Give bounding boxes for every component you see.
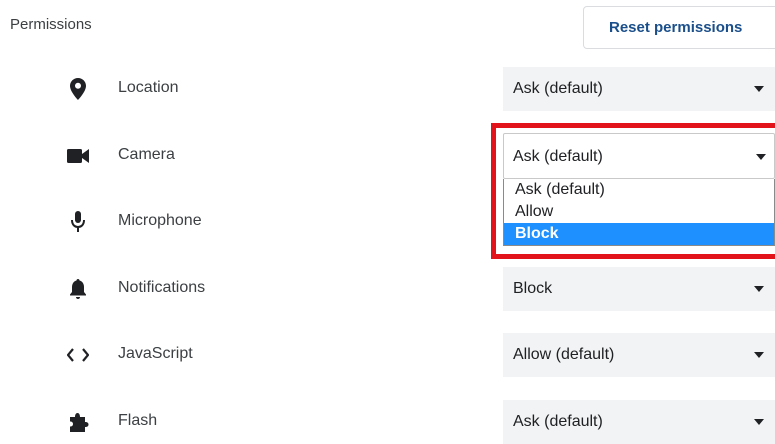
microphone-icon [66,210,90,234]
permission-label-microphone: Microphone [118,212,202,229]
permission-label-camera: Camera [118,146,175,163]
flash-select-value: Ask (default) [513,413,603,430]
reset-permissions-label: Reset permissions [609,19,743,36]
permission-row-location: Location Ask (default) [0,67,775,111]
javascript-select-value: Allow (default) [513,346,615,363]
camera-icon [66,144,90,168]
chevron-down-icon [754,419,764,425]
chevron-down-icon [756,154,766,160]
permission-row-notifications: Notifications Block [0,267,775,311]
permissions-section-title: Permissions [10,16,92,33]
chevron-down-icon [754,86,764,92]
camera-select[interactable]: Ask (default) [503,133,775,179]
permission-label-javascript: JavaScript [118,345,193,362]
dropdown-option-allow[interactable]: Allow [504,201,774,223]
location-select[interactable]: Ask (default) [503,67,775,111]
notifications-select-value: Block [513,280,553,297]
location-select-value: Ask (default) [513,80,603,97]
flash-select[interactable]: Ask (default) [503,400,775,444]
dropdown-option-block[interactable]: Block [504,223,774,245]
bell-icon [66,277,90,301]
permission-label-flash: Flash [118,412,158,429]
reset-permissions-button[interactable]: Reset permissions [583,6,775,49]
camera-select-value: Ask (default) [513,148,603,165]
puzzle-piece-icon [66,410,90,434]
camera-dropdown-options: Ask (default) Allow Block [503,179,775,246]
code-brackets-icon [66,343,90,367]
dropdown-option-ask[interactable]: Ask (default) [504,179,774,201]
notifications-select[interactable]: Block [503,267,775,311]
location-pin-icon [66,77,90,101]
permission-label-location: Location [118,79,179,96]
permission-row-javascript: JavaScript Allow (default) [0,333,775,377]
chevron-down-icon [754,286,764,292]
permission-row-flash: Flash Ask (default) [0,400,775,444]
permission-label-notifications: Notifications [118,279,206,296]
chevron-down-icon [754,352,764,358]
javascript-select[interactable]: Allow (default) [503,333,775,377]
